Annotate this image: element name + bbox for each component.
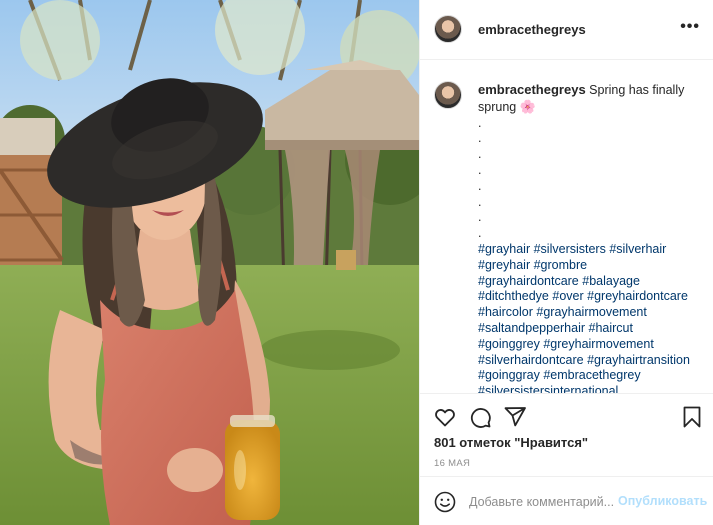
caption-dot: . <box>478 178 482 193</box>
hashtag-line: #silversistersinternational <box>478 384 700 393</box>
avatar[interactable] <box>434 15 462 43</box>
publish-button[interactable]: Опубликовать <box>618 494 707 508</box>
hashtag-link[interactable]: #greyhairmovement <box>543 337 653 351</box>
hashtag-line: #grayhairdontcare #balayage <box>478 274 700 290</box>
hashtag-line: #haircolor #grayhairmovement <box>478 305 700 321</box>
caption-dots: ........ <box>478 116 700 242</box>
caption-avatar[interactable] <box>434 81 462 109</box>
comment-input[interactable] <box>469 492 619 512</box>
hashtag-line: #silverhairdontcare #grayhairtransition <box>478 353 700 369</box>
caption-area: embracethegreys Spring has finally sprun… <box>420 61 713 393</box>
hashtag-line: #grayhair #silversisters #silverhair <box>478 242 700 258</box>
share-icon[interactable] <box>503 405 527 429</box>
hashtag-link[interactable]: #saltandpepperhair <box>478 321 585 335</box>
hashtag-link[interactable]: #grayhairtransition <box>587 353 690 367</box>
hashtag-link[interactable]: #silversistersinternational <box>478 384 618 393</box>
post-author-username[interactable]: embracethegreys <box>478 22 586 37</box>
caption-dot: . <box>478 226 482 241</box>
hashtag-link[interactable]: #over <box>552 289 583 303</box>
hashtag-link[interactable]: #silverhairdontcare <box>478 353 584 367</box>
caption-dot: . <box>478 162 482 177</box>
comment-icon[interactable] <box>468 405 492 429</box>
post-header: embracethegreys ••• <box>420 0 713 60</box>
post-photo[interactable] <box>0 0 419 525</box>
hashtag-link[interactable]: #greyhairdontcare <box>587 289 688 303</box>
flower-emoji: 🌸 <box>519 98 536 114</box>
hashtag-link[interactable]: #goinggray <box>478 368 540 382</box>
hashtag-line: #goinggray #embracethegrey <box>478 368 700 384</box>
post-date[interactable]: 16 МАЯ <box>434 458 470 469</box>
hashtag-link[interactable]: #goinggrey <box>478 337 540 351</box>
hashtag-line: #saltandpepperhair #haircut <box>478 321 700 337</box>
post-photo-illustration <box>0 0 419 525</box>
heart-icon[interactable] <box>433 405 457 429</box>
hashtag-link[interactable]: #haircolor <box>478 305 533 319</box>
caption-dot: . <box>478 115 482 130</box>
actions-area: 801 отметок "Нравится" 16 МАЯ Опубликова… <box>420 393 713 525</box>
hashtag-link[interactable]: #silverhair <box>609 242 666 256</box>
hashtag-link[interactable]: #haircut <box>589 321 633 335</box>
hashtag-link[interactable]: #grayhair <box>478 242 530 256</box>
caption-username[interactable]: embracethegreys <box>478 82 586 97</box>
hashtag-line: #goinggrey #greyhairmovement <box>478 337 700 353</box>
hashtag-link[interactable]: #grombre <box>534 258 588 272</box>
hashtag-link[interactable]: #grayhairdontcare <box>478 274 579 288</box>
hashtag-link[interactable]: #silversisters <box>534 242 606 256</box>
caption-hashtags: #grayhair #silversisters #silverhair #gre… <box>478 242 700 393</box>
hashtag-line: #ditchthedye #over #greyhairdontcare <box>478 289 700 305</box>
hashtag-link[interactable]: #balayage <box>582 274 640 288</box>
hashtag-link[interactable]: #ditchthedye <box>478 289 549 303</box>
more-horizontal-icon[interactable]: ••• <box>680 18 700 36</box>
caption-dot: . <box>478 210 482 225</box>
hashtag-link[interactable]: #grayhairmovement <box>536 305 646 319</box>
bookmark-icon[interactable] <box>680 405 704 429</box>
post-side-panel: embracethegreys ••• embracethegreys Spri… <box>419 0 713 525</box>
caption-dot: . <box>478 131 482 146</box>
caption-text: embracethegreys Spring has finally sprun… <box>478 82 700 393</box>
caption-dot: . <box>478 194 482 209</box>
likes-count[interactable]: 801 отметок "Нравится" <box>434 435 588 450</box>
hashtag-line: #greyhair #grombre <box>478 258 700 274</box>
emoji-smile-icon[interactable] <box>433 490 457 514</box>
caption-dot: . <box>478 147 482 162</box>
hashtag-link[interactable]: #greyhair <box>478 258 530 272</box>
hashtag-link[interactable]: #embracethegrey <box>543 368 640 382</box>
comment-bar: Опубликовать <box>420 476 713 525</box>
